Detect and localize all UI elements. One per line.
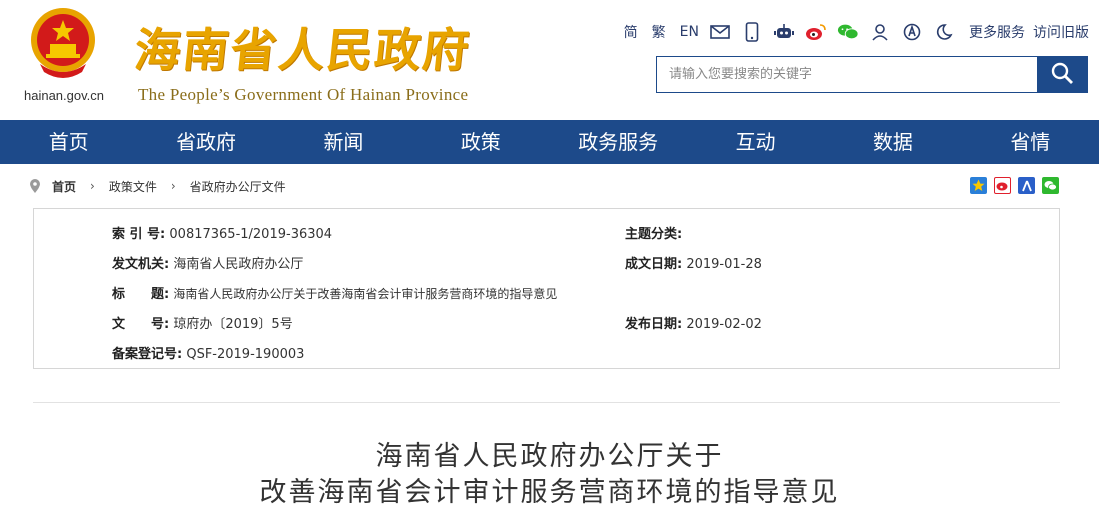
- main-nav: 首页 省政府 新闻 政策 政务服务 互动 数据 省情: [0, 120, 1099, 164]
- nav-home[interactable]: 首页: [0, 120, 137, 164]
- breadcrumb-home[interactable]: 首页: [52, 178, 76, 195]
- nav-policy[interactable]: 政策: [412, 120, 549, 164]
- search-icon: [1050, 61, 1074, 89]
- weibo-share-icon[interactable]: [994, 177, 1011, 194]
- publish-date-row: 发布日期: 2019-02-02: [625, 313, 762, 332]
- weibo-icon[interactable]: [805, 21, 827, 43]
- elderly-mode-icon[interactable]: [933, 21, 955, 43]
- date-made-label: 成文日期:: [625, 257, 683, 272]
- index-number-value: 00817365-1/2019-36304: [169, 227, 333, 242]
- document-number-label: 文 号:: [112, 317, 170, 332]
- nav-province-info[interactable]: 省情: [962, 120, 1099, 164]
- breadcrumb-separator: ›: [90, 179, 95, 193]
- site-domain: hainan.gov.cn: [24, 88, 104, 103]
- more-services-link[interactable]: 更多服务: [969, 22, 1025, 42]
- renren-share-icon[interactable]: [1018, 177, 1035, 194]
- issuer-value: 海南省人民政府办公厅: [173, 257, 304, 272]
- search-button[interactable]: [1037, 57, 1087, 92]
- location-pin-icon: [30, 179, 40, 193]
- nav-interaction[interactable]: 互动: [687, 120, 824, 164]
- simplified-link[interactable]: 简: [624, 22, 638, 42]
- issuer-label: 发文机关:: [112, 257, 170, 272]
- qzone-share-icon[interactable]: [970, 177, 987, 194]
- user-icon[interactable]: [869, 21, 891, 43]
- document-title-line-1: 海南省人民政府办公厅关于: [375, 441, 724, 472]
- site-subtitle: The People’s Government Of Hainan Provin…: [138, 85, 469, 104]
- old-version-link[interactable]: 访问旧版: [1033, 22, 1089, 42]
- traditional-link[interactable]: 繁: [652, 22, 666, 42]
- english-link[interactable]: EN: [680, 24, 699, 40]
- record-number-row: 备案登记号: QSF-2019-190003: [112, 343, 304, 362]
- mail-icon[interactable]: [709, 21, 731, 43]
- record-number-value: QSF-2019-190003: [186, 347, 305, 362]
- wechat-icon[interactable]: [837, 21, 859, 43]
- share-bar: [963, 177, 1059, 194]
- issuer-row: 发文机关: 海南省人民政府办公厅: [112, 253, 303, 272]
- search-box: [656, 56, 1088, 93]
- record-number-label: 备案登记号:: [112, 347, 183, 362]
- topic-label: 主题分类:: [625, 227, 683, 242]
- wechat-share-icon[interactable]: [1042, 177, 1059, 194]
- breadcrumb-policy-docs[interactable]: 政策文件: [109, 178, 157, 195]
- title-row: 标 题: 海南省人民政府办公厅关于改善海南省会计审计服务营商环境的指导意见: [112, 283, 557, 302]
- top-links: 简 繁 EN 更多服务 访问旧版: [610, 20, 1089, 44]
- document-number-value: 琼府办〔2019〕5号: [173, 317, 293, 332]
- breadcrumb-separator: ›: [170, 179, 176, 193]
- accessibility-icon[interactable]: [901, 21, 923, 43]
- site-title[interactable]: 海南省人民政府: [132, 14, 475, 80]
- date-made-row: 成文日期: 2019-01-28: [625, 253, 762, 272]
- content-divider: [33, 402, 1060, 403]
- nav-data[interactable]: 数据: [824, 120, 961, 164]
- index-number-label: 索 引 号:: [112, 227, 166, 242]
- search-input[interactable]: [657, 57, 1037, 92]
- robot-icon[interactable]: [773, 21, 795, 43]
- document-metadata-panel: 索 引 号: 00817365-1/2019-36304 主题分类: 发文机关:…: [33, 208, 1060, 369]
- title-label: 标 题:: [112, 287, 170, 302]
- publish-date-value: 2019-02-02: [686, 317, 762, 332]
- mobile-icon[interactable]: [741, 21, 763, 43]
- index-number-row: 索 引 号: 00817365-1/2019-36304: [112, 223, 332, 242]
- breadcrumb: 首页 › 政策文件 › 省政府办公厅文件: [30, 174, 286, 198]
- site-header: hainan.gov.cn 海南省人民政府 The People’s Gover…: [0, 0, 1099, 120]
- nav-provincial-government[interactable]: 省政府: [137, 120, 274, 164]
- date-made-value: 2019-01-28: [686, 257, 762, 272]
- document-title-line-2: 改善海南省会计审计服务营商环境的指导意见: [259, 477, 840, 506]
- title-value: 海南省人民政府办公厅关于改善海南省会计审计服务营商环境的指导意见: [173, 287, 558, 301]
- topic-row: 主题分类:: [625, 223, 682, 242]
- nav-government-services[interactable]: 政务服务: [550, 120, 687, 164]
- document-number-row: 文 号: 琼府办〔2019〕5号: [112, 313, 293, 332]
- nav-news[interactable]: 新闻: [275, 120, 412, 164]
- publish-date-label: 发布日期:: [625, 317, 683, 332]
- national-emblem-icon[interactable]: [28, 6, 98, 84]
- breadcrumb-office-docs[interactable]: 省政府办公厅文件: [190, 178, 286, 195]
